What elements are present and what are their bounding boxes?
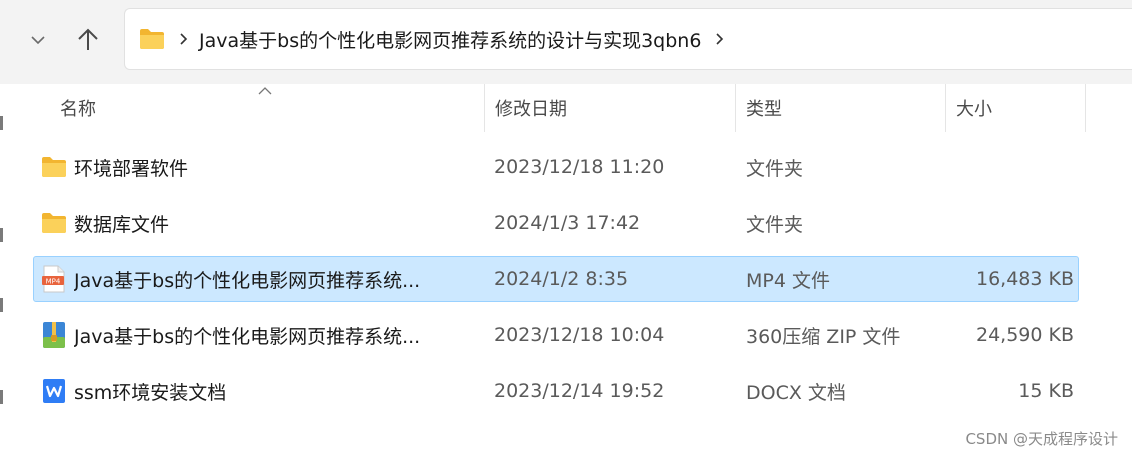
breadcrumb-chevron-icon[interactable]: [179, 32, 189, 46]
pane-edge-mark: [0, 228, 3, 242]
file-row[interactable]: Java基于bs的个性化电影网页推荐系统... 2023/12/18 10:04…: [33, 312, 1079, 358]
file-size: [946, 145, 1074, 189]
file-type: 360压缩 ZIP 文件: [746, 325, 901, 348]
file-type: DOCX 文档: [746, 381, 846, 404]
file-name: Java基于bs的个性化电影网页推荐系统...: [74, 269, 421, 292]
file-name: 环境部署软件: [74, 157, 189, 180]
column-header-date[interactable]: 修改日期: [485, 84, 735, 132]
file-date: 2024/1/3 17:42: [494, 212, 641, 234]
file-date: 2023/12/18 11:20: [494, 156, 665, 178]
column-divider[interactable]: [1085, 84, 1086, 132]
pane-edge-mark: [0, 390, 3, 404]
up-button[interactable]: [70, 22, 106, 58]
docx-file-icon: [40, 369, 68, 413]
sort-ascending-icon: [258, 84, 272, 98]
folder-icon: [40, 201, 68, 245]
zip-archive-icon: [40, 313, 68, 357]
navigation-pane-edge: [0, 84, 6, 458]
recent-locations-button[interactable]: [20, 22, 56, 58]
file-row-selected[interactable]: MP4 Java基于bs的个性化电影网页推荐系统... 2024/1/2 8:3…: [33, 256, 1079, 302]
breadcrumb-item[interactable]: Java基于bs的个性化电影网页推荐系统的设计与实现3qbn6: [199, 26, 701, 53]
file-size: 16,483 KB: [975, 268, 1074, 290]
file-date: 2023/12/14 19:52: [494, 380, 665, 402]
file-size: 24,590 KB: [975, 324, 1074, 346]
folder-icon: [139, 28, 165, 50]
breadcrumb-chevron-icon[interactable]: [715, 32, 725, 46]
file-type: 文件夹: [746, 213, 804, 236]
chevron-down-icon: [31, 36, 45, 45]
column-header-type[interactable]: 类型: [736, 84, 945, 132]
mp4-file-icon: MP4: [40, 257, 68, 301]
file-type: MP4 文件: [746, 269, 830, 292]
address-bar[interactable]: Java基于bs的个性化电影网页推荐系统的设计与实现3qbn6: [124, 8, 1132, 70]
file-date: 2024/1/2 8:35: [494, 268, 629, 290]
watermark: CSDN @天成程序设计: [965, 430, 1118, 448]
file-size: 15 KB: [1018, 380, 1074, 402]
mp4-icon-label: MP4: [46, 278, 61, 286]
file-size: [946, 201, 1074, 245]
column-header-size[interactable]: 大小: [946, 84, 1085, 132]
file-name: Java基于bs的个性化电影网页推荐系统...: [74, 325, 421, 348]
file-date: 2023/12/18 10:04: [494, 324, 665, 346]
file-name: 数据库文件: [74, 213, 170, 236]
file-row[interactable]: 环境部署软件 2023/12/18 11:20 文件夹: [33, 144, 1079, 190]
arrow-up-icon: [78, 28, 98, 50]
file-row[interactable]: ssm环境安装文档 2023/12/14 19:52 DOCX 文档 15 KB: [33, 368, 1079, 414]
file-row[interactable]: 数据库文件 2024/1/3 17:42 文件夹: [33, 200, 1079, 246]
navigation-bar: Java基于bs的个性化电影网页推荐系统的设计与实现3qbn6: [0, 0, 1132, 84]
file-type: 文件夹: [746, 157, 804, 180]
folder-icon: [40, 145, 68, 189]
file-name: ssm环境安装文档: [74, 381, 227, 404]
pane-edge-mark: [0, 298, 3, 312]
column-header-row: 名称 修改日期 类型 大小: [0, 84, 1132, 132]
